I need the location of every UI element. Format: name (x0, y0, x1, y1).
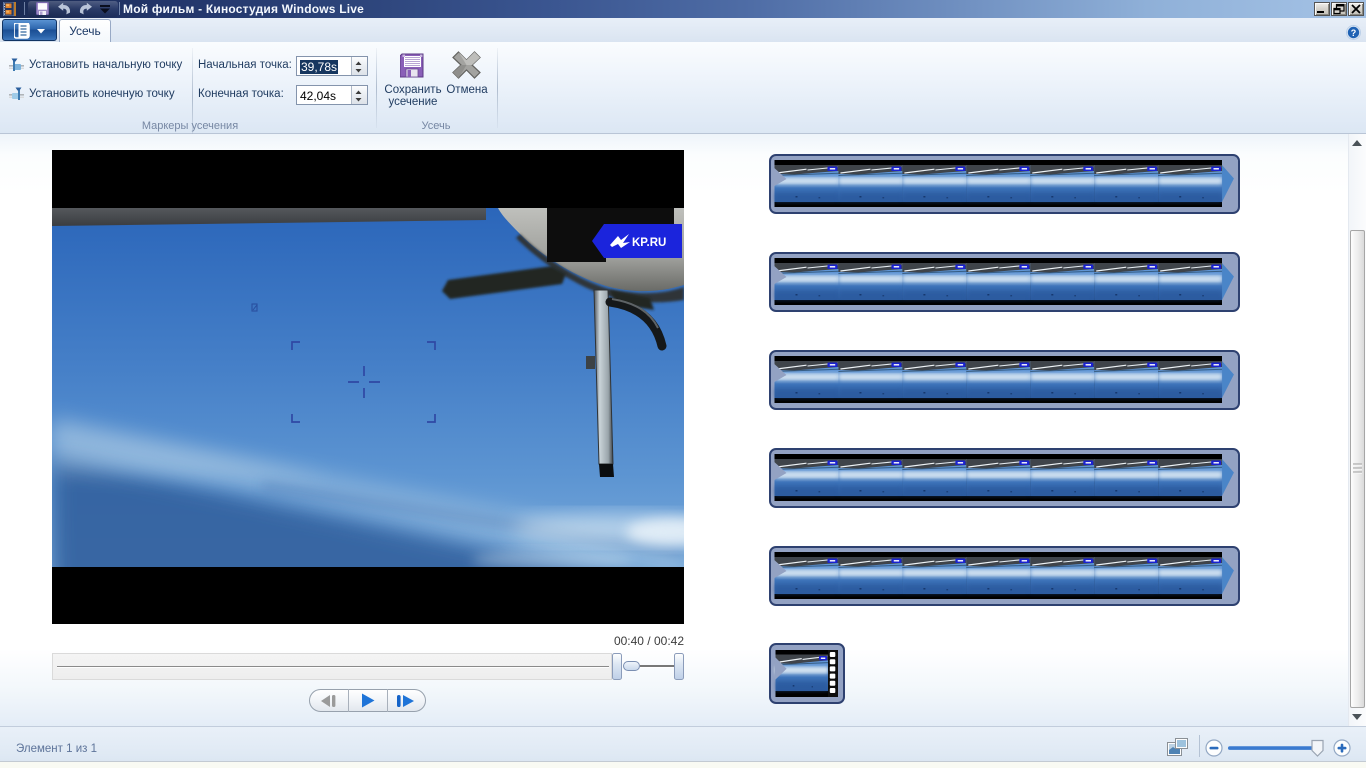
svg-text:?: ? (1351, 28, 1357, 38)
svg-text:KP.RU: KP.RU (632, 237, 666, 249)
